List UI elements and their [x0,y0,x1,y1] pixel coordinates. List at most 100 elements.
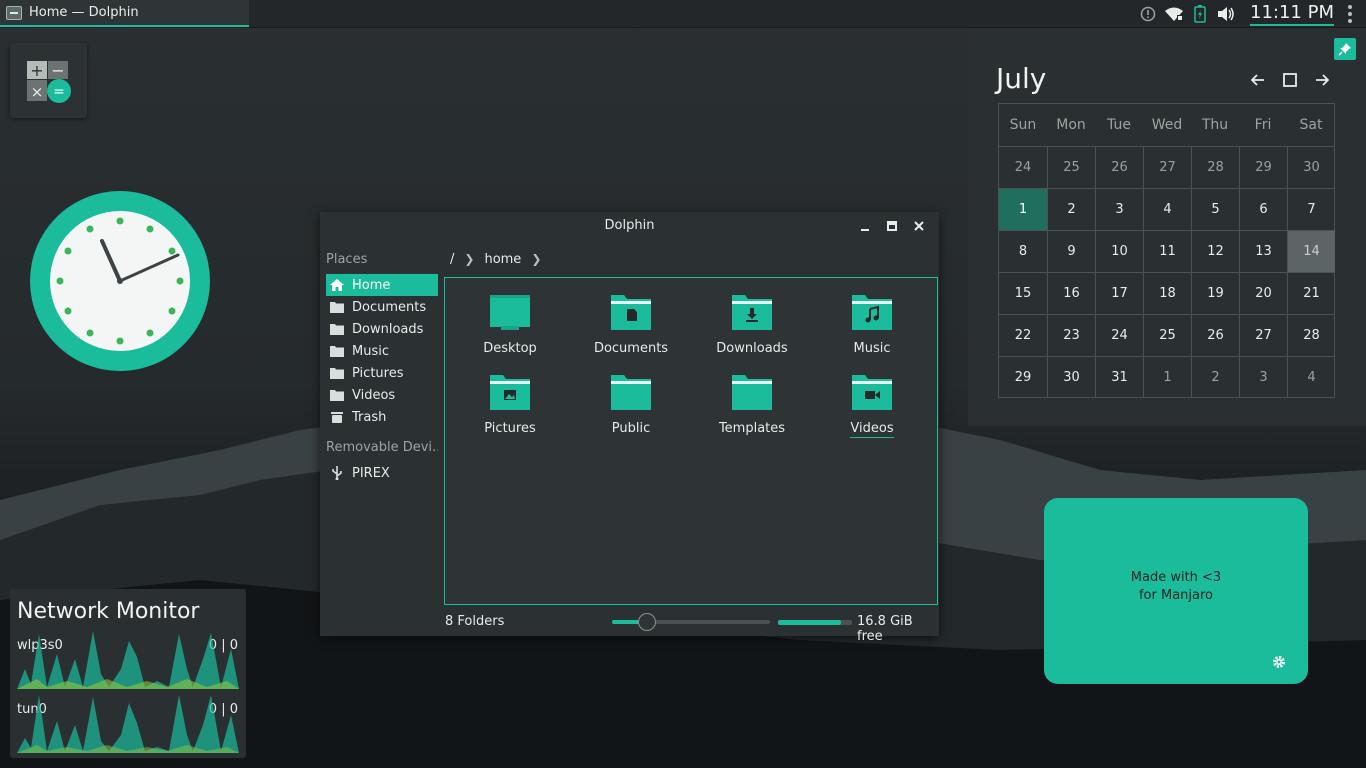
calendar-day[interactable]: 17 [1095,272,1143,314]
place-pictures[interactable]: Pictures [326,362,438,384]
chevron-right-icon[interactable]: ❯ [531,252,541,266]
volume-icon[interactable] [1216,4,1236,24]
close-button[interactable] [911,218,927,234]
zoom-slider-handle[interactable] [637,613,656,631]
weekday-header: Mon [1056,117,1086,133]
minimize-button[interactable] [857,218,873,234]
calendar-day[interactable]: 5 [1191,188,1239,230]
calendar-day[interactable]: 15 [999,272,1047,314]
folder-documents[interactable]: Documents [576,293,686,356]
today-button[interactable] [1281,72,1299,88]
calendar-day[interactable]: 27 [1239,314,1287,356]
folder-templates[interactable]: Templates [697,373,807,436]
calendar-day[interactable]: 29 [999,356,1047,398]
calendar-day[interactable]: 25 [1143,314,1191,356]
calendar-day[interactable]: 28 [1287,314,1335,356]
calendar-day[interactable]: 4 [1143,188,1191,230]
window-titlebar[interactable]: Dolphin [320,212,939,240]
calendar-day[interactable]: 28 [1191,146,1239,188]
next-month-button[interactable] [1313,72,1331,88]
taskbar-task-dolphin[interactable]: Home — Dolphin [0,0,249,27]
note-widget[interactable]: Made with <3 for Manjaro [1044,498,1308,684]
weekday-header: Sat [1299,117,1323,133]
calendar-day[interactable]: 30 [1047,356,1095,398]
calendar-day[interactable]: 14 [1287,230,1335,272]
panel-clock[interactable]: 11:11 PM [1250,2,1334,26]
device-pirex[interactable]: PIREX [326,462,438,484]
analog-clock-widget[interactable] [30,191,210,371]
calendar-day[interactable]: 1 [999,188,1047,230]
usb-icon [330,466,344,480]
calendar-day[interactable]: 2 [1191,356,1239,398]
folder-public[interactable]: Public [576,373,686,436]
calendar-day[interactable]: 4 [1287,356,1335,398]
folder-label: Videos [850,421,894,438]
gear-icon[interactable] [1272,655,1286,669]
calendar-day[interactable]: 23 [1047,314,1095,356]
calendar-day[interactable]: 29 [1239,146,1287,188]
place-trash[interactable]: Trash [326,406,438,428]
notification-icon[interactable] [1138,4,1158,24]
calendar-day[interactable]: 3 [1239,356,1287,398]
place-home[interactable]: Home [326,274,438,296]
calendar-day[interactable]: 12 [1191,230,1239,272]
folder-desktop[interactable]: Desktop [455,293,565,356]
folder-view[interactable]: Desktop Documents Downloads Music Pictur… [444,277,938,605]
weekday-header: Sun [1009,117,1037,133]
window-icon [6,5,22,20]
panel-menu-icon[interactable] [1348,5,1352,23]
maximize-button[interactable] [884,218,900,234]
note-text: Made with <3 for Manjaro [1130,570,1222,603]
place-music[interactable]: Music [326,340,438,362]
calendar-day[interactable]: 9 [1047,230,1095,272]
calendar-day[interactable]: 24 [1095,314,1143,356]
folder-icon [330,301,344,313]
zoom-slider[interactable] [612,613,770,631]
calendar-day[interactable]: 25 [1047,146,1095,188]
calculator-launcher[interactable]: + − × = [10,43,87,118]
calendar-day[interactable]: 27 [1143,146,1191,188]
calendar-day[interactable]: 13 [1239,230,1287,272]
calendar-day[interactable]: 22 [999,314,1047,356]
folder-label: Templates [718,421,786,436]
calendar-day[interactable]: 1 [1143,356,1191,398]
calendar-day[interactable]: 16 [1047,272,1095,314]
calendar-day[interactable]: 24 [999,146,1047,188]
pictures-folder-icon [490,375,530,410]
folder-music[interactable]: Music [817,293,927,356]
free-space-label: 16.8 GiB free [857,614,913,644]
place-label: Music [352,343,389,359]
folder-pictures[interactable]: Pictures [455,373,565,436]
calendar-day[interactable]: 20 [1239,272,1287,314]
calendar-day[interactable]: 30 [1287,146,1335,188]
breadcrumb-home[interactable]: home [484,252,521,267]
calendar-day[interactable]: 7 [1287,188,1335,230]
place-downloads[interactable]: Downloads [326,318,438,340]
chevron-right-icon[interactable]: ❯ [464,252,474,266]
calendar-day[interactable]: 10 [1095,230,1143,272]
calendar-day[interactable]: 31 [1095,356,1143,398]
calendar-day[interactable]: 8 [999,230,1047,272]
calendar-day[interactable]: 6 [1239,188,1287,230]
square-icon [1283,73,1297,87]
folder-label: Desktop [483,341,537,356]
calendar-day[interactable]: 26 [1095,146,1143,188]
calendar-day[interactable]: 18 [1143,272,1191,314]
folder-videos[interactable]: Videos [817,373,927,438]
calendar-day[interactable]: 26 [1191,314,1239,356]
previous-month-button[interactable] [1249,72,1267,88]
calendar-day[interactable]: 11 [1143,230,1191,272]
calendar-grid: Sun Mon Tue Wed Thu Fri Sat 24 25 26 27 28 29 30 1 2 3 4 5… [998,103,1335,398]
breadcrumb-root[interactable]: / [450,252,454,267]
folder-downloads[interactable]: Downloads [697,293,807,356]
calendar-day[interactable]: 2 [1047,188,1095,230]
place-documents[interactable]: Documents [326,296,438,318]
calendar-day[interactable]: 3 [1095,188,1143,230]
pin-button[interactable] [1334,38,1356,60]
folder-label: Music [853,341,891,356]
wifi-icon[interactable] [1164,4,1184,24]
battery-icon[interactable] [1190,4,1210,24]
calendar-day[interactable]: 19 [1191,272,1239,314]
place-videos[interactable]: Videos [326,384,438,406]
calendar-day[interactable]: 21 [1287,272,1335,314]
